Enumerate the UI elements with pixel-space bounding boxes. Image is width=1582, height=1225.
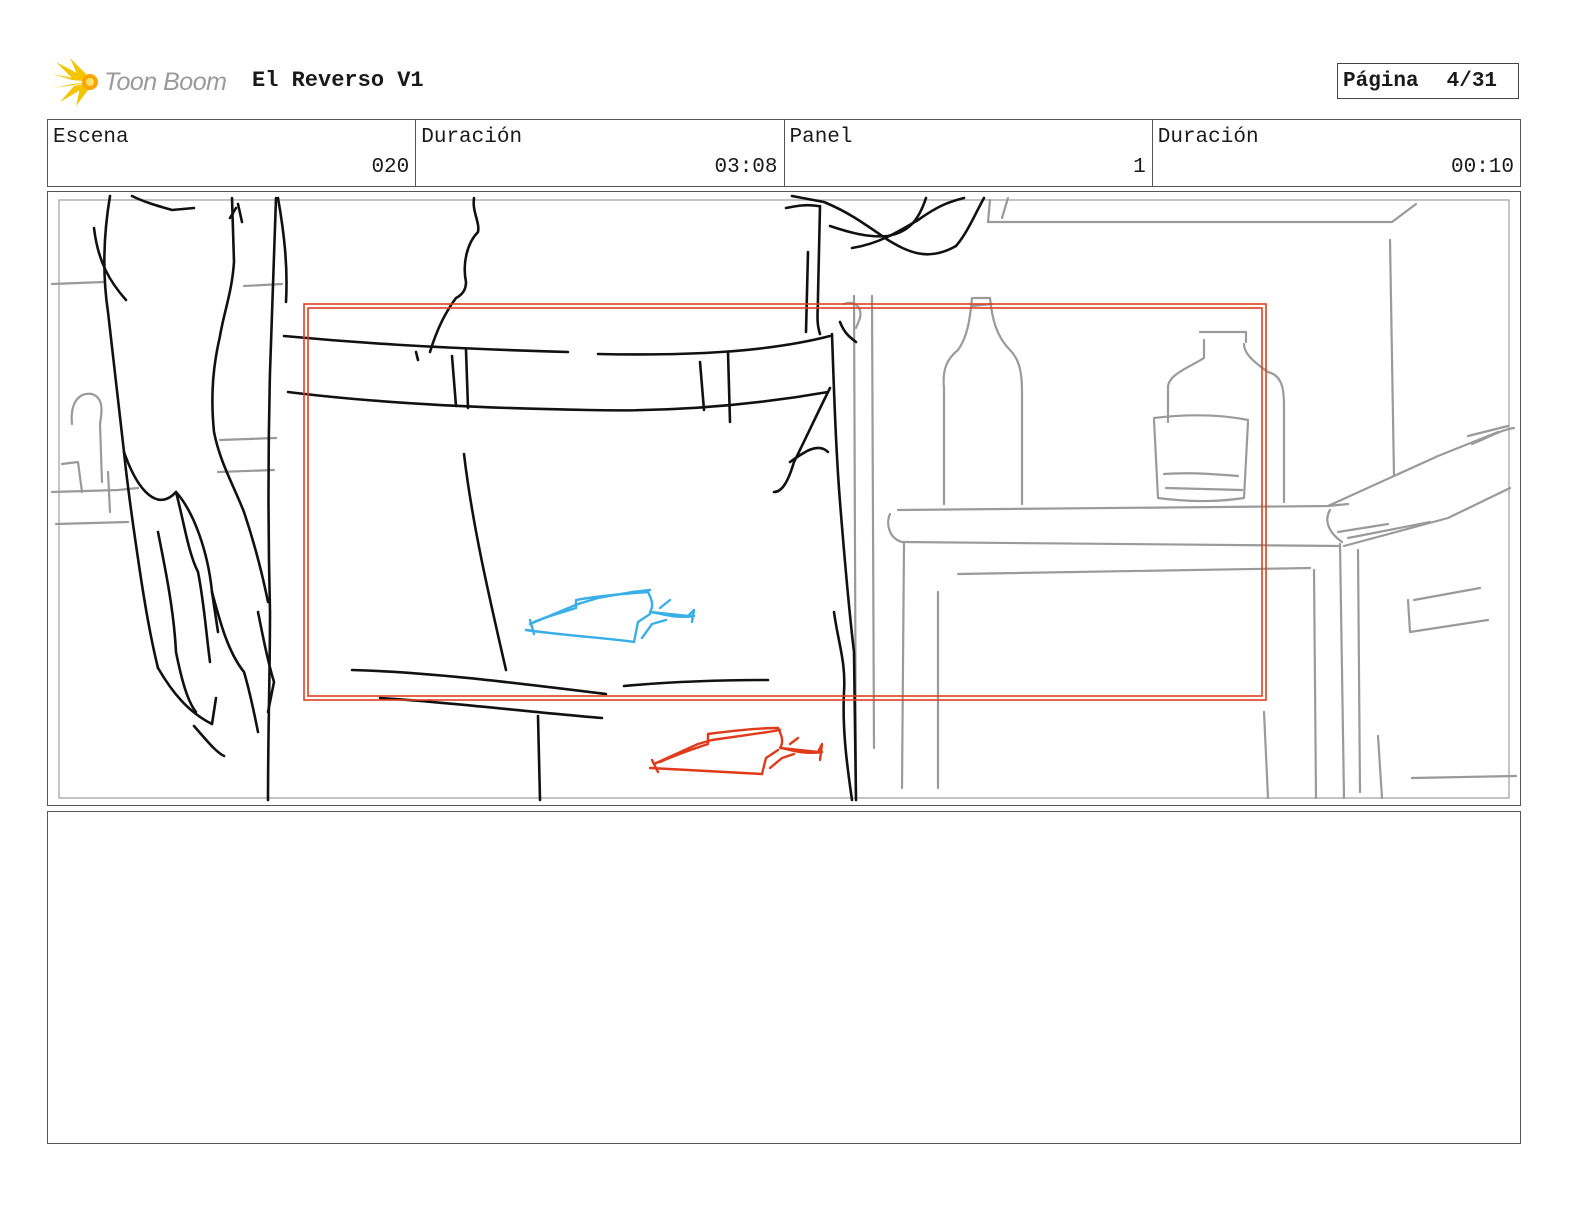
scene-duration-value: 03:08 — [714, 156, 778, 179]
panel-duration-value: 00:10 — [1450, 156, 1514, 179]
toon-boom-burst-icon — [52, 58, 98, 106]
panel-value: 1 — [1133, 156, 1146, 179]
camera-move-arrow-icon — [648, 726, 824, 776]
logo-text: Toon Boom — [104, 67, 227, 96]
safe-area-frame — [58, 199, 1510, 799]
character-sketch — [92, 194, 986, 802]
camera-move-arrow-icon — [524, 588, 696, 644]
panel-sketch — [50, 194, 1518, 802]
scene-value: 020 — [371, 156, 410, 179]
scene-duration-cell: Duración 03:08 — [416, 120, 785, 186]
toon-boom-logo: Toon Boom — [50, 56, 240, 108]
panel-duration-label: Duración — [1157, 126, 1259, 149]
storyboard-panel — [47, 191, 1521, 806]
scene-cell: Escena 020 — [48, 120, 417, 186]
page-label: Página — [1343, 69, 1419, 93]
scene-duration-label: Duración — [421, 126, 523, 149]
panel-cell: Panel 1 — [785, 120, 1153, 186]
page-indicator: Página 4/31 — [1337, 63, 1519, 99]
panel-notes-box[interactable] — [47, 811, 1521, 1144]
panel-label: Panel — [789, 126, 853, 149]
scene-label: Escena — [53, 126, 129, 149]
panel-duration-cell: Duración 00:10 — [1153, 120, 1520, 186]
project-title: El Reverso V1 — [252, 68, 424, 93]
page-number: 4/31 — [1446, 69, 1498, 93]
camera-frame — [303, 303, 1267, 701]
scene-info-row: Escena 020 Duración 03:08 Panel 1 Duraci… — [47, 119, 1521, 187]
